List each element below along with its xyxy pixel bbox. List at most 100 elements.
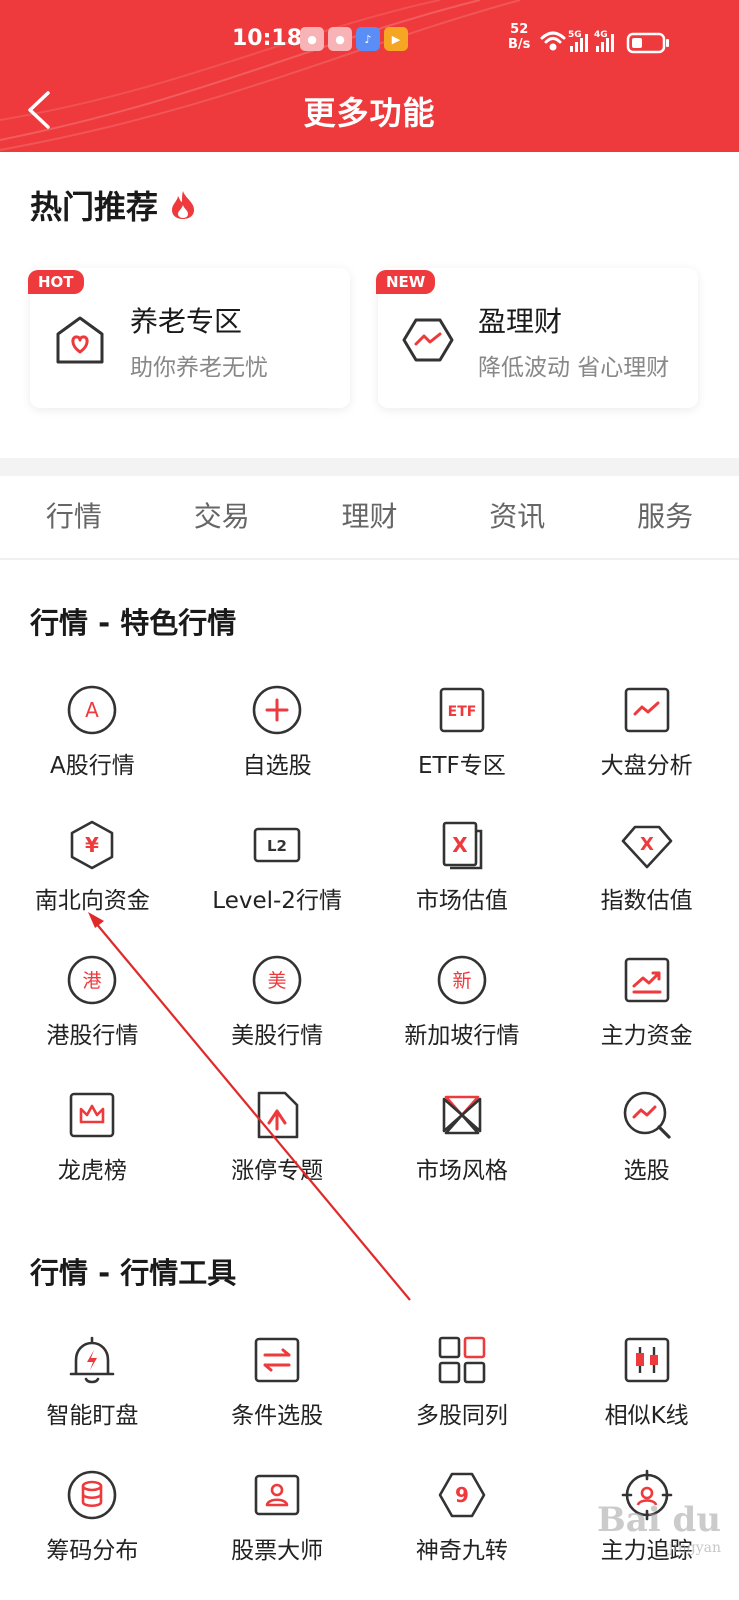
svg-text:新: 新 [452,970,471,992]
grid-item-label: 新加坡行情 [404,1023,520,1049]
grid-item-label: 龙虎榜 [57,1158,127,1184]
grid-item-watchlist[interactable]: 自选股 [185,672,370,807]
bell-icon [70,1336,115,1384]
svg-text:X: X [640,834,654,855]
hk-circle-icon: 港 [68,955,117,1005]
section-title-featured: 行情 - 特色行情 [30,606,237,640]
tab-service[interactable]: 服务 [591,476,739,558]
level2-icon: L2 [253,827,301,863]
grid-item-dragon-tiger[interactable]: 龙虎榜 [0,1077,185,1212]
pinwheel-icon [442,1095,482,1135]
grid-item-label: 自选股 [242,753,312,779]
us-circle-icon: 美 [252,955,302,1005]
yuan-hexagon-icon: ¥ [71,820,114,870]
svg-text:ETF: ETF [448,704,477,720]
grid-item-north-south-funds[interactable]: ¥ 南北向资金 [0,807,185,942]
tab-news[interactable]: 资讯 [443,476,591,558]
grid-item-stock-picker[interactable]: 选股 [554,1077,739,1212]
section-title-tools: 行情 - 行情工具 [30,1256,237,1290]
diamond-icon: X [621,825,672,869]
grid-item-a-share[interactable]: A A股行情 [0,672,185,807]
grid-item-label: 市场估值 [415,888,508,914]
house-heart-icon [56,316,104,364]
grid-item-market-style[interactable]: 市场风格 [370,1077,555,1212]
grid-item-index-valuation[interactable]: X 指数估值 [554,807,739,942]
grid-item-hk-stocks[interactable]: 港 港股行情 [0,942,185,1077]
card-desc: 降低波动 省心理财 [478,355,670,381]
tab-trade[interactable]: 交易 [148,476,296,558]
grid-item-market-analysis[interactable]: 大盘分析 [554,672,739,807]
music-app-icon: ♪ [356,27,380,51]
svg-text:L2: L2 [267,837,287,855]
watermark: Bai du jingyan [596,1500,721,1556]
status-bar: 10:18 ● ● ♪ ▶ 52 B/s 5G 4G [0,18,739,62]
grid-item-stock-master[interactable]: 股票大师 [185,1457,370,1592]
new-badge: NEW [376,270,436,294]
nine-hexagon-icon: 9 [438,1472,486,1518]
status-time: 10:18 [232,26,303,51]
grid-item-multi-stock[interactable]: 多股同列 [370,1322,555,1457]
filter-arrows-icon [254,1337,300,1383]
grid-item-label: 筹码分布 [46,1538,139,1564]
svg-text:9: 9 [455,1483,469,1507]
signal-battery-icons: 5G 4G [540,30,669,54]
tab-wealth[interactable]: 理财 [296,476,444,558]
wifi-icon [540,31,566,51]
grid-item-label: 南北向资金 [34,888,150,914]
grid-item-label: 神奇九转 [415,1538,508,1564]
card-name: 养老专区 [130,305,243,338]
grid-item-main-funds[interactable]: 主力资金 [554,942,739,1077]
plus-circle-icon [252,685,302,735]
magnifier-chart-icon [623,1091,671,1139]
svg-text:美: 美 [268,970,287,992]
grid-item-condition-picker[interactable]: 条件选股 [185,1322,370,1457]
battery-icon [626,32,669,54]
card-elderly-zone[interactable]: HOT 养老专区 助你养老无忧 [28,268,350,408]
grid-item-sg-stocks[interactable]: 新 新加坡行情 [370,942,555,1077]
grid-item-label: 涨停专题 [231,1158,324,1184]
card-wealth[interactable]: NEW 盈理财 降低波动 省心理财 [376,268,698,408]
grid-item-similar-kline[interactable]: 相似K线 [554,1322,739,1457]
card-desc: 助你养老无忧 [130,355,268,381]
hot-badge: HOT [28,270,84,294]
svg-text:港: 港 [83,970,102,992]
grid-item-market-valuation[interactable]: X 市场估值 [370,807,555,942]
svg-text:A: A [86,698,100,722]
category-tabs: 行情 交易 理财 资讯 服务 [0,476,739,560]
grid-item-magic-nine[interactable]: 9 神奇九转 [370,1457,555,1592]
net-speed: 52 B/s [508,22,531,52]
grid-item-label: 多股同列 [415,1403,508,1429]
crown-icon [70,1092,115,1138]
grid-item-level2[interactable]: L2 Level-2行情 [185,807,370,942]
signal-label-4g: 4G [594,30,608,40]
grid-item-label: 港股行情 [46,1023,139,1049]
svg-text:X: X [452,833,468,857]
etf-icon: ETF [439,687,485,733]
grid-item-label: Level-2行情 [212,888,342,914]
rising-chart-icon [624,957,669,1003]
coin-stack-icon [68,1470,117,1520]
section-divider [0,458,739,476]
grid-item-chip-distribution[interactable]: 筹码分布 [0,1457,185,1592]
grid-item-smart-watch[interactable]: 智能盯盘 [0,1322,185,1457]
tab-market[interactable]: 行情 [0,476,148,558]
signal-label-5g: 5G [568,30,582,40]
valuation-doc-icon: X [442,821,483,870]
person-card-icon [254,1474,300,1516]
featured-grid: A A股行情 自选股 ETF ETF专区 大盘分析 ¥ 南北向资金 L2 Lev… [0,672,739,1212]
app-notification-icon: ● [328,27,352,51]
grid-item-limit-up[interactable]: 涨停专题 [185,1077,370,1212]
grid-item-label: 美股行情 [231,1023,324,1049]
card-name: 盈理财 [478,305,563,338]
grid-item-us-stocks[interactable]: 美 美股行情 [185,942,370,1077]
chart-board-icon [624,687,669,733]
limit-up-doc-icon [257,1091,299,1139]
grid-item-label: 指数估值 [600,888,693,914]
page-title: 更多功能 [303,94,436,132]
sg-circle-icon: 新 [437,955,487,1005]
grid-four-icon [438,1336,486,1384]
grid-item-etf[interactable]: ETF ETF专区 [370,672,555,807]
hot-section-title: 热门推荐 [30,182,196,228]
svg-text:¥: ¥ [85,833,99,857]
grid-item-label: 大盘分析 [600,753,693,779]
